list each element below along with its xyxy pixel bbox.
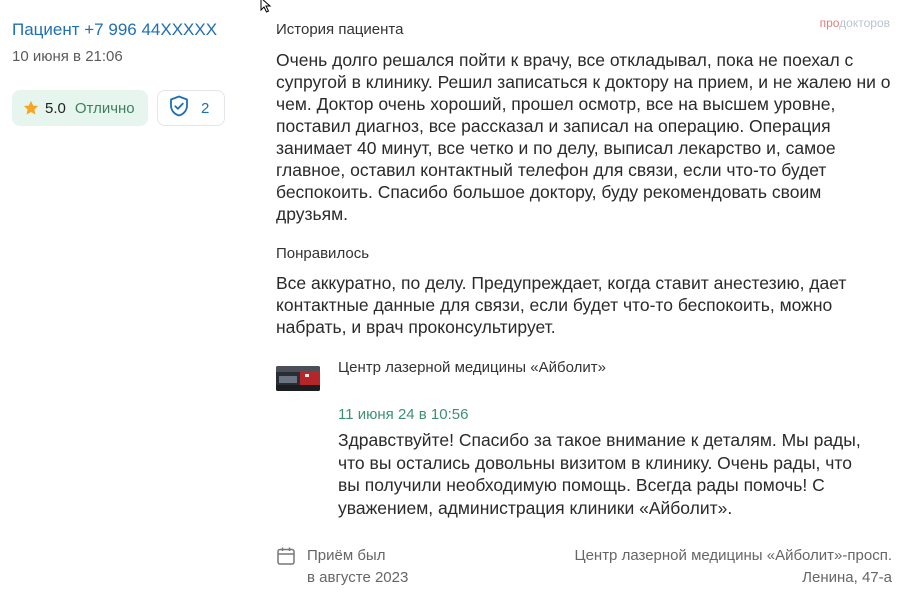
site-logo[interactable]: продокторов: [820, 16, 890, 30]
rating-value: 5.0: [45, 99, 66, 117]
reply-date: 11 июня 24 в 10:56: [338, 406, 469, 423]
liked-text: Все аккуратно, по делу. Предупреждает, к…: [276, 273, 847, 337]
history-text: Очень долго решался пойти к врачу, все о…: [276, 50, 891, 224]
review-date: 10 июня в 21:06: [12, 48, 123, 65]
location-line-1: Центр лазерной медицины «Айболит»-просп.: [574, 547, 892, 564]
clinic-location[interactable]: Центр лазерной медицины «Айболит»-просп.…: [532, 545, 892, 589]
cursor-icon: [260, 0, 274, 14]
clinic-avatar: [276, 366, 320, 391]
verify-badge[interactable]: 2: [157, 90, 225, 126]
rating-text: Отлично: [74, 99, 135, 117]
reply-text: Здравствуйте! Спасибо за такое внимание …: [338, 430, 861, 518]
location-line-2: Ленина, 47-а: [802, 569, 892, 586]
history-title: История пациента: [276, 21, 404, 38]
liked-title: Понравилось: [276, 245, 370, 262]
shield-check-icon: [167, 94, 191, 123]
star-icon: [22, 99, 40, 117]
visit-line-2: в августе 2023: [307, 569, 409, 586]
visit-date: Приём был в августе 2023: [307, 545, 408, 589]
logo-part-2: докторов: [839, 16, 890, 30]
verify-count: 2: [201, 99, 210, 117]
rating-badge: 5.0 Отлично: [12, 90, 148, 126]
clinic-name[interactable]: Центр лазерной медицины «Айболит»: [338, 359, 606, 376]
logo-part-1: про: [819, 16, 840, 30]
visit-line-1: Приём был: [307, 547, 386, 564]
patient-name[interactable]: Пациент +7 996 44XXXXX: [12, 20, 217, 40]
calendar-icon: [276, 546, 296, 566]
